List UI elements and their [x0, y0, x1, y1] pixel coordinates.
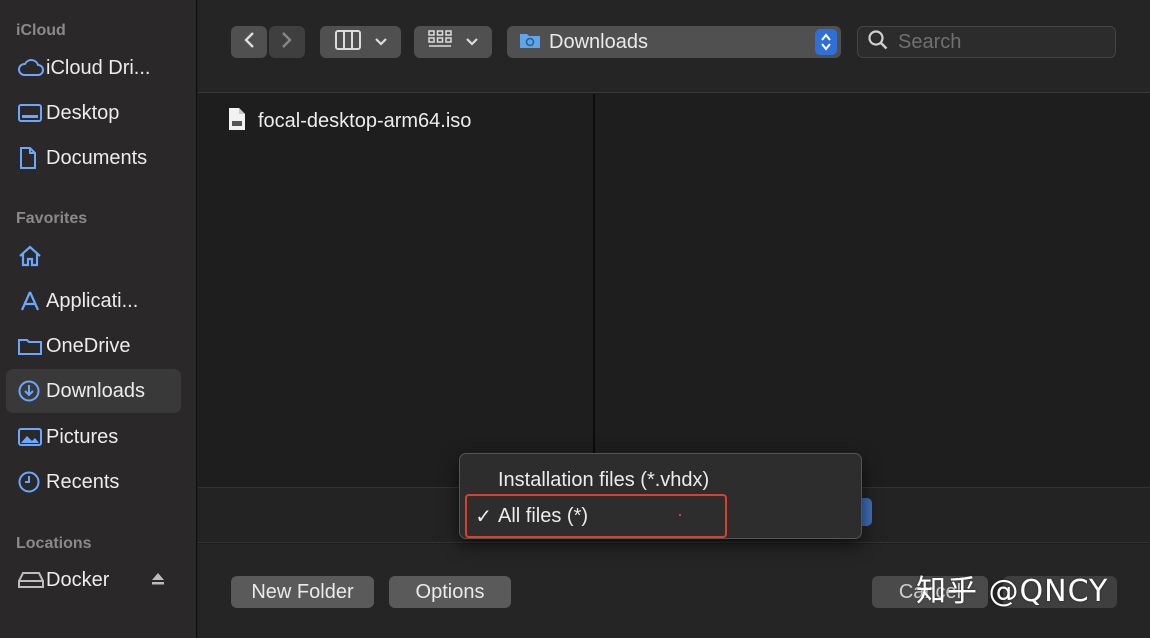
chevron-down-icon [466, 33, 478, 51]
sidebar-item-label: Recents [46, 470, 120, 493]
pictures-icon [18, 425, 46, 449]
locations-section-label: Locations [16, 535, 92, 552]
sidebar-item-label: Downloads [46, 379, 145, 402]
sidebar-item-label: OneDrive [46, 334, 131, 357]
menu-item-label: Installation files (*.vhdx) [498, 468, 710, 491]
file-icon [228, 107, 246, 136]
group-button[interactable] [414, 26, 492, 58]
menu-item-vhdx[interactable]: Installation files (*.vhdx) [460, 463, 861, 497]
chevron-right-icon [281, 31, 293, 54]
sidebar-item-applications[interactable]: Applicati... [6, 279, 181, 323]
applications-icon [18, 289, 46, 313]
location-popup[interactable]: Downloads [507, 26, 841, 58]
sidebar-item-label: Docker [46, 568, 110, 591]
chevron-left-icon [243, 31, 255, 54]
sidebar-item-home[interactable] [6, 234, 181, 278]
sidebar-item-label: Applicati... [46, 289, 139, 312]
sidebar-item-label: Desktop [46, 101, 120, 124]
sidebar-item-pictures[interactable]: Pictures [6, 415, 181, 459]
annotation-dot [679, 514, 681, 516]
search-field[interactable] [857, 26, 1116, 58]
popup-stepper-icon [815, 29, 837, 55]
options-button[interactable]: Options [389, 576, 511, 608]
icloud-section-label: iCloud [16, 22, 66, 39]
chevron-down-icon [374, 33, 387, 51]
sidebar-item-desktop[interactable]: Desktop [6, 91, 181, 135]
sidebar-item-label: iCloud Dri... [46, 56, 151, 79]
watermark: 知乎 @QNCY [916, 574, 1109, 609]
clock-icon [18, 470, 46, 494]
sidebar-item-icloud-drive[interactable]: iCloud Dri... [6, 46, 181, 90]
sidebar-item-label: Pictures [46, 425, 119, 448]
folder-icon [18, 334, 46, 358]
search-icon [868, 29, 888, 55]
sidebar-item-label: Documents [46, 146, 148, 169]
sidebar-item-onedrive[interactable]: OneDrive [6, 324, 181, 368]
file-browser: Downloads focal-desktop-arm64.iso New Fo… [198, 0, 1150, 638]
drive-icon [18, 568, 46, 592]
eject-icon[interactable] [151, 572, 165, 591]
file-row[interactable]: focal-desktop-arm64.iso [228, 107, 472, 136]
sidebar-item-docker[interactable]: Docker [6, 558, 181, 602]
search-input[interactable] [898, 30, 1098, 54]
folder-icon [519, 31, 541, 54]
file-name: focal-desktop-arm64.iso [258, 109, 472, 132]
view-mode-button[interactable] [320, 26, 401, 58]
home-icon [18, 244, 46, 268]
new-folder-button[interactable]: New Folder [231, 576, 374, 608]
sidebar-item-recents[interactable]: Recents [6, 460, 181, 504]
document-icon [18, 146, 46, 170]
sidebar: iCloud iCloud Dri... Desktop Documents F… [0, 0, 197, 638]
file-column: focal-desktop-arm64.iso [198, 94, 595, 487]
columns-icon [334, 29, 361, 55]
cloud-icon [18, 56, 46, 80]
sidebar-item-documents[interactable]: Documents [6, 136, 181, 180]
favorites-section-label: Favorites [16, 210, 88, 227]
location-label: Downloads [549, 30, 648, 53]
back-button[interactable] [231, 26, 267, 58]
downloads-icon [18, 379, 46, 403]
desktop-icon [18, 101, 46, 125]
annotation-highlight-box [465, 494, 727, 538]
sidebar-item-downloads[interactable]: Downloads [6, 369, 181, 413]
forward-button[interactable] [269, 26, 305, 58]
toolbar: Downloads [198, 0, 1150, 93]
grid-icon [428, 29, 452, 55]
